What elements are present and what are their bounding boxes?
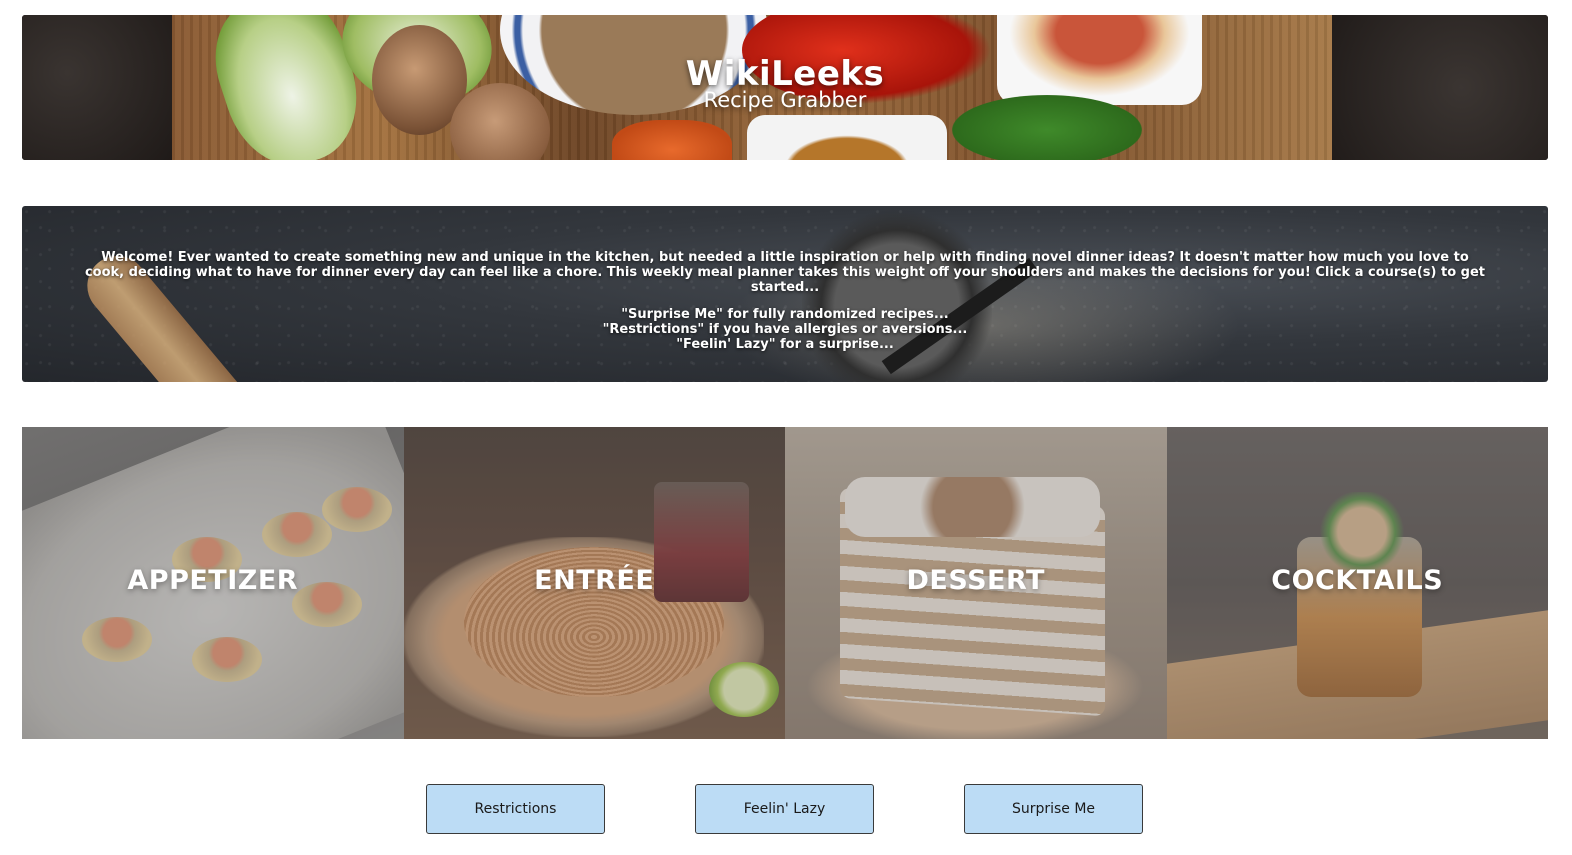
hint-lazy: "Feelin' Lazy" for a surprise... bbox=[676, 337, 894, 352]
site-title-block: WikiLeeks Recipe Grabber bbox=[22, 53, 1548, 111]
welcome-hints: "Surprise Me" for fully randomized recip… bbox=[22, 307, 1548, 352]
course-card-entree[interactable]: ENTRÉE bbox=[403, 427, 785, 739]
header-banner: WikiLeeks Recipe Grabber bbox=[22, 15, 1548, 160]
welcome-intro: Welcome! Ever wanted to create something… bbox=[84, 250, 1486, 295]
site-subtitle: Recipe Grabber bbox=[703, 88, 867, 112]
course-label-cocktails: COCKTAILS bbox=[1271, 565, 1444, 596]
course-card-cocktails[interactable]: COCKTAILS bbox=[1166, 427, 1548, 739]
course-card-dessert[interactable]: DESSERT bbox=[785, 427, 1167, 739]
restrictions-button[interactable]: Restrictions bbox=[426, 784, 605, 834]
course-label-dessert: DESSERT bbox=[906, 565, 1045, 596]
hint-surprise: "Surprise Me" for fully randomized recip… bbox=[621, 307, 949, 322]
course-card-appetizer[interactable]: APPETIZER bbox=[22, 427, 404, 739]
sauce-bowl-image bbox=[747, 115, 947, 160]
carrot-image bbox=[612, 120, 732, 160]
surprise-me-button[interactable]: Surprise Me bbox=[964, 784, 1143, 834]
welcome-text: Welcome! Ever wanted to create something… bbox=[22, 250, 1548, 352]
welcome-panel: Welcome! Ever wanted to create something… bbox=[22, 206, 1548, 382]
feelin-lazy-button[interactable]: Feelin' Lazy bbox=[695, 784, 874, 834]
hint-restrictions: "Restrictions" if you have allergies or … bbox=[602, 322, 968, 337]
course-grid: APPETIZER ENTRÉE DESSERT COCKTAILS bbox=[22, 427, 1548, 739]
course-label-entree: ENTRÉE bbox=[534, 565, 655, 596]
course-label-appetizer: APPETIZER bbox=[127, 565, 299, 596]
